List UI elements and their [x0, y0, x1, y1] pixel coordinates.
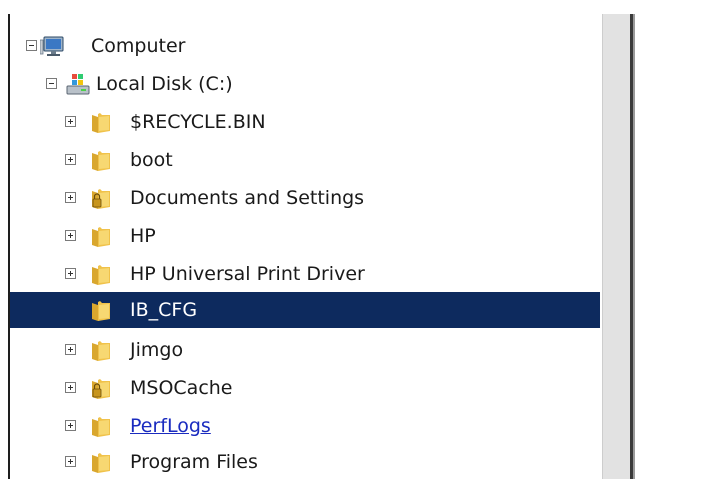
expand-toggle[interactable]	[65, 344, 76, 355]
folder-icon	[89, 110, 113, 134]
tree-node-folder[interactable]: Documents and Settings	[10, 180, 600, 216]
expand-toggle[interactable]	[65, 116, 76, 127]
expand-toggle[interactable]	[65, 268, 76, 279]
tree-node-label: IB_CFG	[130, 299, 198, 321]
computer-icon	[39, 34, 64, 58]
tree-node-label: Jimgo	[130, 339, 184, 361]
locked-folder-icon	[89, 376, 113, 400]
tree-node-folder[interactable]: $RECYCLE.BIN	[10, 104, 600, 140]
tree-node-folder[interactable]: Program Files	[10, 444, 600, 480]
tree-node-label: boot	[130, 149, 173, 171]
tree-node-label: Computer	[91, 35, 186, 57]
collapse-toggle[interactable]	[26, 40, 37, 51]
tree-node-folder[interactable]: HP Universal Print Driver	[10, 256, 600, 292]
expand-toggle[interactable]	[65, 456, 76, 467]
tree-node-label: HP	[130, 225, 156, 247]
locked-folder-icon	[89, 186, 113, 210]
expand-toggle[interactable]	[65, 230, 76, 241]
folder-icon	[89, 298, 113, 322]
tree-node-folder[interactable]: boot	[10, 142, 600, 178]
drive-icon	[66, 72, 90, 96]
tree-node-folder[interactable]: Jimgo	[10, 332, 600, 368]
expand-toggle[interactable]	[65, 420, 76, 431]
collapse-toggle[interactable]	[46, 78, 57, 89]
expand-toggle[interactable]	[65, 192, 76, 203]
folder-icon	[89, 224, 113, 248]
tree-node-folder-selected[interactable]: IB_CFG	[10, 292, 600, 328]
tree-node-folder[interactable]: MSOCache	[10, 370, 600, 406]
tree-node-label: MSOCache	[130, 377, 233, 399]
folder-icon	[89, 414, 113, 438]
tree-node-folder[interactable]: HP	[10, 218, 600, 254]
tree-node-folder-hovered[interactable]: PerfLogs	[10, 408, 600, 444]
folder-icon	[89, 338, 113, 362]
tree-node-local-disk[interactable]: Local Disk (C:)	[10, 66, 600, 102]
tree-node-label: Program Files	[130, 451, 258, 473]
folder-icon	[89, 148, 113, 172]
tree-node-label: Documents and Settings	[130, 187, 365, 209]
vertical-scrollbar[interactable]	[602, 14, 630, 479]
expand-toggle[interactable]	[65, 382, 76, 393]
folder-icon	[89, 262, 113, 286]
tree-node-computer[interactable]: Computer	[10, 28, 600, 64]
tree-node-label[interactable]: PerfLogs	[130, 414, 211, 438]
folder-icon	[89, 450, 113, 474]
tree-node-label: Local Disk (C:)	[96, 73, 233, 95]
tree-node-label: $RECYCLE.BIN	[130, 111, 266, 133]
expand-toggle[interactable]	[65, 154, 76, 165]
pane-divider-shadow	[633, 14, 635, 479]
tree-node-label: HP Universal Print Driver	[130, 263, 365, 285]
